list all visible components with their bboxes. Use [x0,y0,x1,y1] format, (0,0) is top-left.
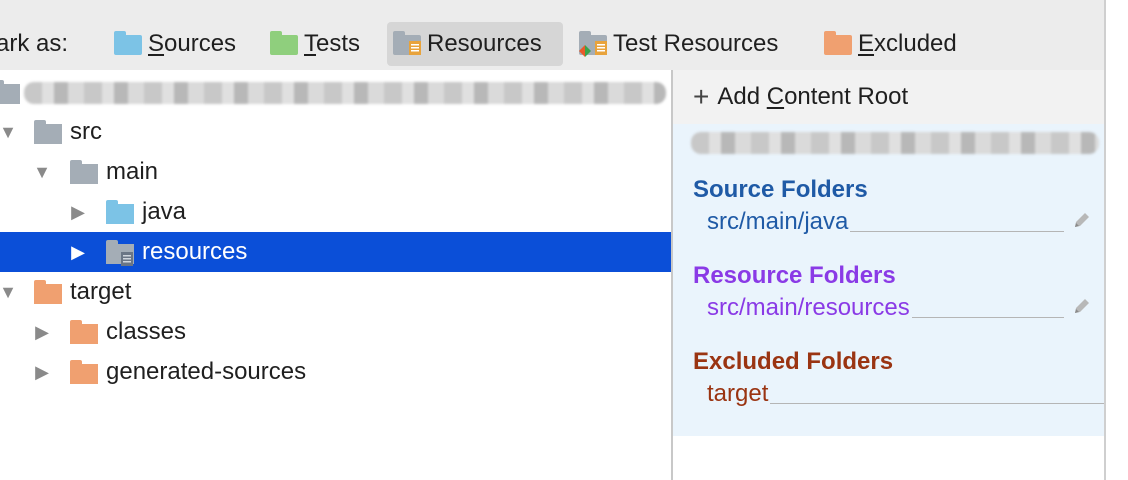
tree-item-label: src [70,118,102,145]
excluded-folder-icon [70,360,98,384]
resource-folder-path: src/main/resources [707,294,910,321]
excluded-folders-heading: Excluded Folders [693,348,894,375]
mark-as-toolbar: ark as: Sources Tests Resources Test Res… [0,0,1104,70]
excluded-folder-entry[interactable]: target [707,378,1104,408]
collapse-arrow-icon[interactable]: ▶ [32,322,52,343]
content-root-panel: + Add Content Root Source Folders src/ma… [673,70,1104,480]
tree-row-main[interactable]: ▼ main [0,152,672,192]
expand-arrow-icon[interactable]: ▼ [0,282,18,303]
mark-tests-button[interactable]: Tests [264,22,366,66]
tree-item-label: target [70,278,132,305]
mark-resources-button[interactable]: Resources [387,22,563,66]
tree-item-label: java [142,198,187,225]
collapse-arrow-icon[interactable]: ▶ [68,202,88,223]
folder-icon [70,160,98,184]
source-folder-entry[interactable]: src/main/java [707,206,1092,236]
source-folder-path: src/main/java [707,208,849,235]
source-folder-icon [106,200,134,224]
excluded-folder-icon [70,320,98,344]
tree-row-resources[interactable]: ▶ resources [0,232,672,272]
expand-arrow-icon[interactable]: ▼ [32,162,52,183]
redacted-content-root-path [691,132,1099,154]
expand-arrow-icon[interactable]: ▼ [0,122,18,143]
folder-icon [34,120,62,144]
edit-pencil-icon[interactable] [1072,296,1092,316]
project-tree[interactable]: ▼ src ▼ main ▶ java ▶ resources ▼ target… [0,70,672,480]
tree-item-label: main [106,158,159,185]
add-content-root-button[interactable]: + Add Content Root [673,70,1104,124]
edit-pencil-icon[interactable] [1072,210,1092,230]
resources-badge-icon [121,252,133,266]
root-folder-icon [0,80,20,104]
redacted-root-path [24,82,666,104]
content-root-details: Source Folders src/main/java Resource Fo… [673,124,1104,436]
excluded-folder-path: target [707,380,769,407]
tests-folder-icon [270,31,298,55]
mark-excluded-button[interactable]: Excluded [818,22,963,66]
tree-item-label: generated-sources [106,358,307,385]
tree-row-generated-sources[interactable]: ▶ generated-sources [0,352,672,392]
resource-folders-heading: Resource Folders [693,262,896,289]
tree-row-target[interactable]: ▼ target [0,272,672,312]
tree-item-label: resources [142,238,248,265]
tree-item-label: classes [106,318,187,345]
test-resources-folder-icon [579,31,607,57]
window-edge [1104,0,1106,480]
mark-test-resources-button[interactable]: Test Resources [573,22,784,66]
collapse-arrow-icon[interactable]: ▶ [68,242,88,263]
mark-sources-button[interactable]: Sources [108,22,242,66]
excluded-folder-icon [34,280,62,304]
sources-folder-icon [114,31,142,55]
tree-row-root[interactable] [0,72,672,112]
resources-folder-icon [393,31,421,55]
collapse-arrow-icon[interactable]: ▶ [32,362,52,383]
tree-row-java[interactable]: ▶ java [0,192,672,232]
mark-as-label: ark as: [0,30,69,57]
tree-row-classes[interactable]: ▶ classes [0,312,672,352]
source-folders-heading: Source Folders [693,176,868,203]
excluded-folder-icon [824,31,852,55]
resource-folder-entry[interactable]: src/main/resources [707,292,1092,322]
plus-icon: + [693,81,710,112]
tree-row-src[interactable]: ▼ src [0,112,672,152]
